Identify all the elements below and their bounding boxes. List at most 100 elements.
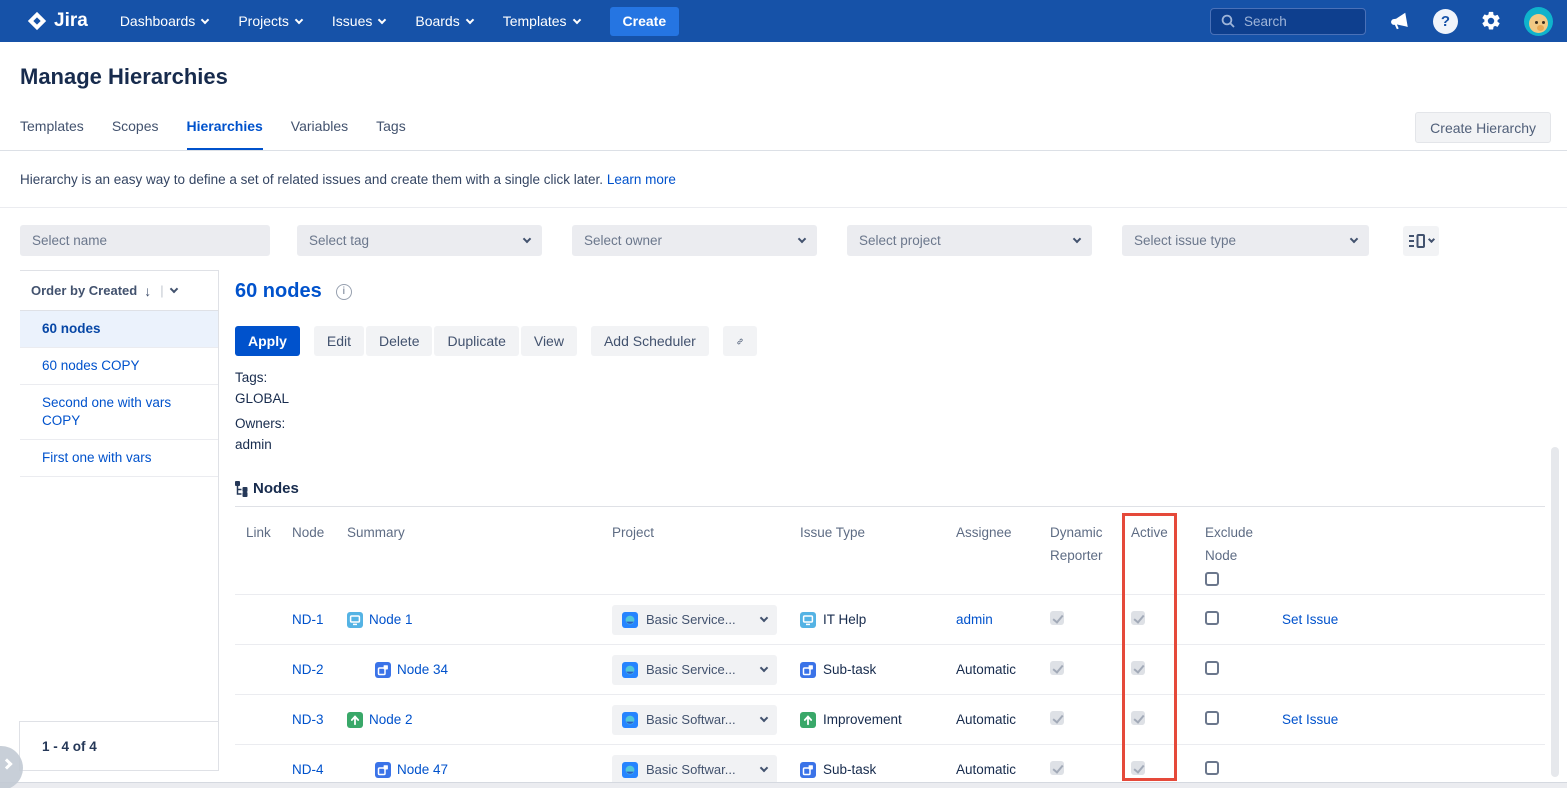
create-issue-button[interactable]: Create: [610, 7, 680, 36]
node-summary-link[interactable]: Node 2: [369, 712, 413, 727]
learn-more-link[interactable]: Learn more: [607, 172, 676, 187]
duplicate-button[interactable]: Duplicate: [434, 326, 518, 356]
sub-task-icon: [375, 662, 391, 678]
search-icon: [1220, 13, 1236, 29]
link-icon: [736, 333, 744, 350]
tab-hierarchies[interactable]: Hierarchies: [187, 118, 263, 151]
jira-logo[interactable]: Jira: [26, 10, 88, 32]
table-row: ND-3 Node 2 Basic Softwar...: [235, 695, 1545, 745]
nav-menu: Dashboards Projects Issues Boards Templa…: [120, 13, 580, 29]
chevron-down-icon: [1428, 236, 1435, 243]
page-description: Hierarchy is an easy way to define a set…: [20, 172, 676, 187]
nav-templates[interactable]: Templates: [503, 13, 580, 29]
select-project-dropdown[interactable]: Select project: [847, 225, 1092, 256]
nodes-section-header: Nodes: [235, 480, 299, 497]
apply-button[interactable]: Apply: [235, 326, 300, 356]
col-summary: Summary: [347, 521, 612, 544]
select-name-input[interactable]: [20, 225, 270, 256]
chevron-down-icon: [572, 15, 580, 23]
exclude-all-checkbox[interactable]: [1205, 572, 1219, 586]
project-dropdown[interactable]: Basic Service...: [612, 605, 777, 635]
assignee-link[interactable]: admin: [956, 612, 993, 627]
hierarchy-meta: Tags: GLOBAL Owners: admin: [235, 367, 289, 455]
tab-scopes[interactable]: Scopes: [112, 118, 159, 151]
exclude-node-checkbox[interactable]: [1205, 711, 1219, 725]
active-checkbox: [1131, 761, 1145, 775]
hierarchy-item-second-one[interactable]: Second one with vars COPY: [20, 385, 218, 440]
select-owner-dropdown[interactable]: Select owner: [572, 225, 817, 256]
settings-gear-icon[interactable]: [1480, 10, 1502, 32]
issue-type-label: IT Help: [823, 612, 866, 627]
chevron-down-icon: [760, 714, 768, 722]
nav-dashboards[interactable]: Dashboards: [120, 13, 209, 29]
active-checkbox: [1131, 711, 1145, 725]
chevron-down-icon[interactable]: [169, 285, 177, 293]
project-dropdown[interactable]: Basic Softwar...: [612, 755, 777, 785]
add-scheduler-button[interactable]: Add Scheduler: [591, 326, 709, 356]
announcements-megaphone-icon[interactable]: [1388, 10, 1411, 33]
col-project: Project: [612, 521, 800, 544]
node-key-link[interactable]: ND-1: [292, 612, 347, 627]
col-issue-type: Issue Type: [800, 521, 956, 544]
node-key-link[interactable]: ND-2: [292, 662, 347, 677]
set-issue-link[interactable]: Set Issue: [1282, 612, 1338, 627]
delete-button[interactable]: Delete: [366, 326, 432, 356]
help-icon[interactable]: ?: [1433, 9, 1458, 34]
assignee-value: Automatic: [956, 762, 1016, 777]
sort-descending-icon[interactable]: ↓: [144, 283, 151, 299]
chevron-down-icon: [201, 15, 209, 23]
chevron-down-icon: [760, 664, 768, 672]
chevron-down-icon: [760, 764, 768, 772]
nav-projects[interactable]: Projects: [238, 13, 302, 29]
view-button[interactable]: View: [521, 326, 577, 356]
divider: [235, 506, 1545, 507]
assignee-value: Automatic: [956, 712, 1016, 727]
col-dynamic-reporter: Dynamic Reporter: [1050, 521, 1131, 567]
node-summary-link[interactable]: Node 34: [397, 662, 448, 677]
hierarchy-item-60-nodes[interactable]: 60 nodes: [20, 311, 218, 348]
select-issue-type-dropdown[interactable]: Select issue type: [1122, 225, 1369, 256]
dynamic-reporter-checkbox: [1050, 661, 1064, 675]
exclude-node-checkbox[interactable]: [1205, 661, 1219, 675]
hierarchy-item-first-one[interactable]: First one with vars: [20, 440, 218, 477]
col-assignee: Assignee: [956, 521, 1050, 544]
improvement-icon: [800, 712, 816, 728]
select-tag-dropdown[interactable]: Select tag: [297, 225, 542, 256]
it-help-icon: [347, 612, 363, 628]
chevron-right-icon: [1, 758, 12, 769]
order-by-header[interactable]: Order by Created ↓ |: [20, 271, 218, 311]
node-summary-link[interactable]: Node 1: [369, 612, 413, 627]
node-summary-link[interactable]: Node 47: [397, 762, 448, 777]
exclude-node-checkbox[interactable]: [1205, 761, 1219, 775]
list-view-icon: [1408, 234, 1425, 248]
search-placeholder: Search: [1244, 14, 1287, 29]
col-exclude-node: Exclude Node: [1205, 521, 1282, 593]
table-scrollbar[interactable]: [1551, 447, 1559, 777]
nav-boards[interactable]: Boards: [415, 13, 472, 29]
node-key-link[interactable]: ND-3: [292, 712, 347, 727]
chevron-down-icon: [378, 15, 386, 23]
project-dropdown[interactable]: Basic Service...: [612, 655, 777, 685]
tab-templates[interactable]: Templates: [20, 118, 84, 151]
tab-tags[interactable]: Tags: [376, 118, 406, 151]
chevron-down-icon: [295, 15, 303, 23]
sub-task-icon: [800, 662, 816, 678]
exclude-node-checkbox[interactable]: [1205, 611, 1219, 625]
nav-issues[interactable]: Issues: [332, 13, 385, 29]
info-icon[interactable]: i: [336, 284, 352, 300]
user-avatar[interactable]: [1524, 7, 1553, 36]
set-issue-link[interactable]: Set Issue: [1282, 712, 1338, 727]
copy-link-button[interactable]: [723, 326, 757, 356]
chevron-down-icon: [523, 235, 531, 243]
sub-task-icon: [375, 762, 391, 778]
node-key-link[interactable]: ND-4: [292, 762, 347, 777]
view-layout-toggle-button[interactable]: [1403, 226, 1439, 256]
create-hierarchy-button[interactable]: Create Hierarchy: [1415, 112, 1551, 143]
active-checkbox: [1131, 611, 1145, 625]
edit-button[interactable]: Edit: [314, 326, 364, 356]
project-dropdown[interactable]: Basic Softwar...: [612, 705, 777, 735]
search-input[interactable]: Search: [1210, 8, 1366, 35]
col-node: Node: [292, 521, 347, 544]
tab-variables[interactable]: Variables: [291, 118, 348, 151]
hierarchy-item-60-nodes-copy[interactable]: 60 nodes COPY: [20, 348, 218, 385]
